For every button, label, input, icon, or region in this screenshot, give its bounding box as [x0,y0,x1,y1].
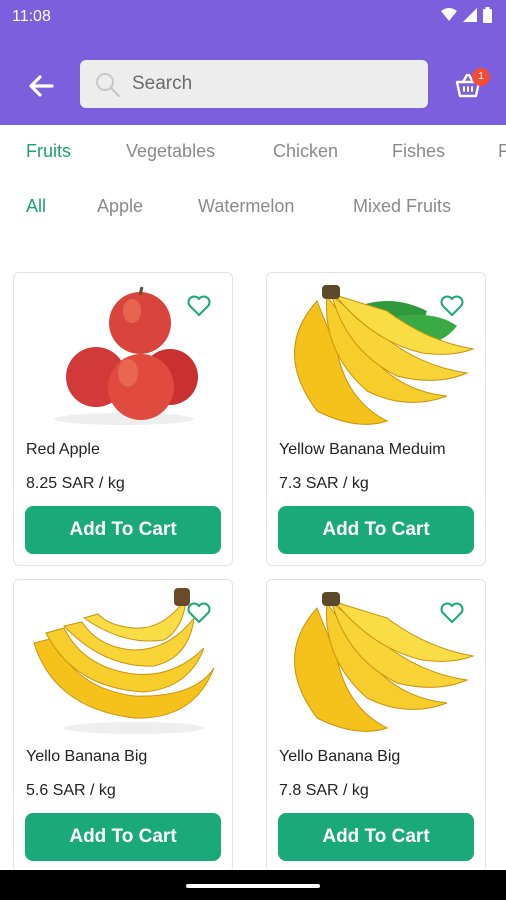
product-price: 7.3 SAR / kg [279,475,369,492]
subcategory-tabs: All Apple Watermelon Mixed Fruits [0,196,506,224]
search-icon [96,73,121,98]
tab-chicken[interactable]: Chicken [273,141,338,162]
search-placeholder: Search [132,73,193,94]
app-header: 11:08 Search 1 [0,0,506,125]
product-card[interactable]: Yello Banana Big 7.8 SAR / kg Add To Car… [266,579,486,873]
tab-fruits[interactable]: Fruits [26,141,71,162]
product-card[interactable]: Yello Banana Big 5.6 SAR / kg Add To Car… [13,579,233,873]
status-time: 11:08 [12,8,51,25]
product-name: Red Apple [26,441,100,458]
add-to-cart-button[interactable]: Add To Cart [278,813,474,861]
product-name: Yello Banana Big [26,748,148,765]
product-card[interactable]: Yellow Banana Meduim 7.3 SAR / kg Add To… [266,272,486,566]
filter-watermelon[interactable]: Watermelon [198,196,294,217]
heart-icon[interactable] [186,600,212,626]
product-price: 5.6 SAR / kg [26,782,116,799]
battery-icon [483,7,492,23]
cart-count-badge: 1 [472,68,490,86]
heart-icon[interactable] [186,293,212,319]
filter-mixed-fruits[interactable]: Mixed Fruits [353,196,451,217]
wifi-icon [441,8,457,21]
search-input[interactable]: Search [80,60,428,108]
add-to-cart-button[interactable]: Add To Cart [278,506,474,554]
signal-icon [463,8,477,22]
product-price: 8.25 SAR / kg [26,475,125,492]
tab-more[interactable]: F [498,141,506,162]
heart-icon[interactable] [439,293,465,319]
status-icons [441,7,492,23]
back-arrow-icon[interactable] [26,72,56,100]
system-navigation-bar [0,870,506,900]
product-name: Yello Banana Big [279,748,401,765]
product-card[interactable]: Red Apple 8.25 SAR / kg Add To Cart [13,272,233,566]
tab-fishes[interactable]: Fishes [392,141,445,162]
add-to-cart-button[interactable]: Add To Cart [25,813,221,861]
product-name: Yellow Banana Meduim [279,441,446,458]
filter-all[interactable]: All [26,196,46,217]
product-price: 7.8 SAR / kg [279,782,369,799]
category-tabs: Fruits Vegetables Chicken Fishes F [0,141,506,169]
status-bar: 11:08 [0,0,506,34]
tab-vegetables[interactable]: Vegetables [126,141,215,162]
filter-apple[interactable]: Apple [97,196,143,217]
heart-icon[interactable] [439,600,465,626]
add-to-cart-button[interactable]: Add To Cart [25,506,221,554]
home-gesture-handle[interactable] [186,884,320,888]
